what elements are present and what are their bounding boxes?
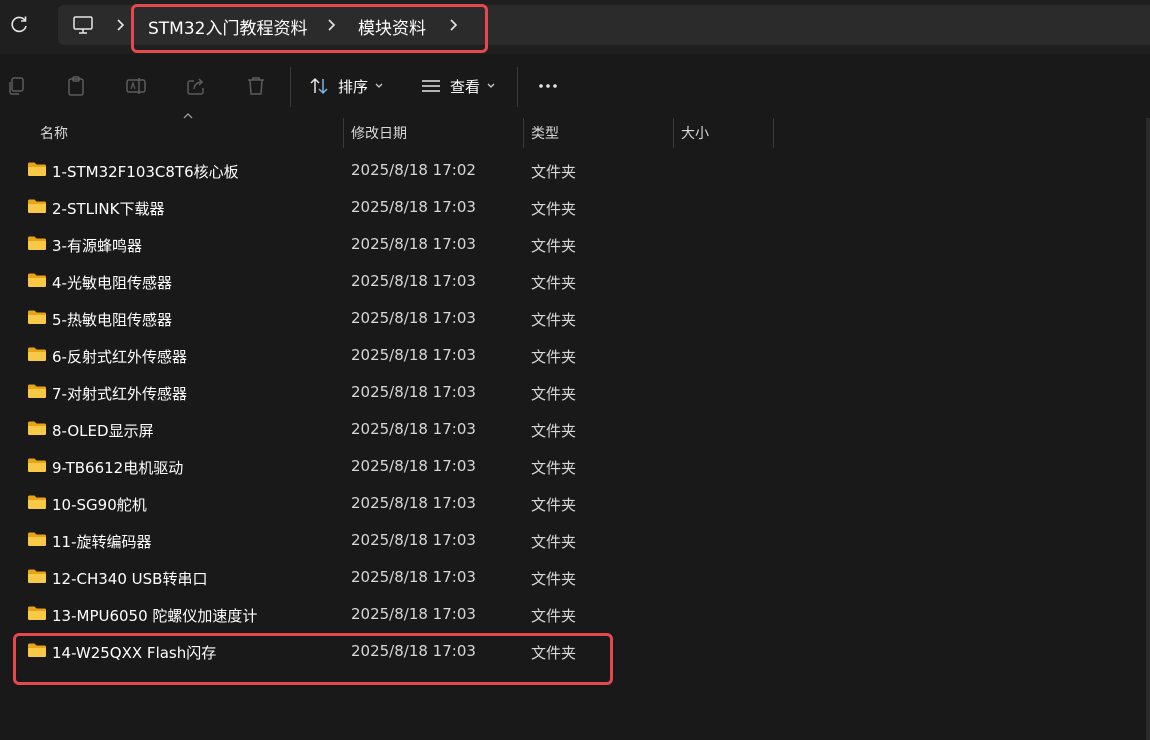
folder-icon bbox=[28, 273, 46, 287]
file-name: 12-CH340 USB转串口 bbox=[52, 570, 208, 588]
file-row[interactable]: 1-STM32F103C8T6核心板 2025/8/18 17:02 文件夹 bbox=[0, 152, 1146, 189]
paste-icon[interactable] bbox=[65, 75, 87, 97]
column-type-header[interactable]: 类型 bbox=[531, 123, 559, 143]
file-modified-date: 2025/8/18 17:03 bbox=[351, 457, 476, 475]
file-type: 文件夹 bbox=[531, 607, 577, 625]
file-row[interactable]: 13-MPU6050 陀螺仪加速度计 2025/8/18 17:03 文件夹 bbox=[0, 596, 1146, 633]
file-row[interactable]: 4-光敏电阻传感器 2025/8/18 17:03 文件夹 bbox=[0, 263, 1146, 300]
column-divider[interactable] bbox=[523, 118, 524, 148]
toolbar-divider bbox=[290, 67, 291, 107]
file-row[interactable]: 11-旋转编码器 2025/8/18 17:03 文件夹 bbox=[0, 522, 1146, 559]
column-divider[interactable] bbox=[773, 118, 774, 148]
folder-icon bbox=[28, 162, 46, 176]
file-row[interactable]: 2-STLINK下载器 2025/8/18 17:03 文件夹 bbox=[0, 189, 1146, 226]
folder-icon bbox=[28, 347, 46, 361]
folder-icon bbox=[28, 532, 46, 546]
file-name: 1-STM32F103C8T6核心板 bbox=[52, 163, 239, 181]
folder-icon bbox=[28, 236, 46, 250]
folder-icon bbox=[28, 310, 46, 324]
file-modified-date: 2025/8/18 17:03 bbox=[351, 494, 476, 512]
copy-icon[interactable] bbox=[5, 75, 27, 97]
file-type: 文件夹 bbox=[531, 200, 577, 218]
file-type: 文件夹 bbox=[531, 496, 577, 514]
file-type: 文件夹 bbox=[531, 385, 577, 403]
address-bar-row: STM32入门教程资料 模块资料 bbox=[0, 0, 1150, 54]
highlight-box-breadcrumb bbox=[131, 4, 488, 53]
file-row[interactable]: 10-SG90舵机 2025/8/18 17:03 文件夹 bbox=[0, 485, 1146, 522]
file-row[interactable]: 7-对射式红外传感器 2025/8/18 17:03 文件夹 bbox=[0, 374, 1146, 411]
vertical-scrollbar[interactable] bbox=[1146, 118, 1150, 740]
file-name: 6-反射式红外传感器 bbox=[52, 348, 187, 366]
chevron-right-icon[interactable] bbox=[115, 16, 127, 34]
sort-label: 排序 bbox=[338, 77, 369, 96]
folder-icon bbox=[28, 384, 46, 398]
folder-icon bbox=[28, 495, 46, 509]
refresh-icon[interactable] bbox=[8, 14, 30, 36]
file-row[interactable]: 3-有源蜂鸣器 2025/8/18 17:03 文件夹 bbox=[0, 226, 1146, 263]
view-button[interactable]: 查看 bbox=[420, 72, 496, 100]
folder-icon bbox=[28, 199, 46, 213]
chevron-down-icon bbox=[375, 83, 383, 88]
file-row[interactable]: 9-TB6612电机驱动 2025/8/18 17:03 文件夹 bbox=[0, 448, 1146, 485]
toolbar-divider bbox=[517, 67, 518, 107]
file-name: 11-旋转编码器 bbox=[52, 533, 152, 551]
file-type: 文件夹 bbox=[531, 459, 577, 477]
file-row[interactable]: 5-热敏电阻传感器 2025/8/18 17:03 文件夹 bbox=[0, 300, 1146, 337]
file-modified-date: 2025/8/18 17:03 bbox=[351, 272, 476, 290]
file-name: 4-光敏电阻传感器 bbox=[52, 274, 172, 292]
file-type: 文件夹 bbox=[531, 163, 577, 181]
file-modified-date: 2025/8/18 17:03 bbox=[351, 346, 476, 364]
file-row[interactable]: 12-CH340 USB转串口 2025/8/18 17:03 文件夹 bbox=[0, 559, 1146, 596]
view-list-icon bbox=[422, 80, 440, 92]
file-name: 10-SG90舵机 bbox=[52, 496, 147, 514]
file-modified-date: 2025/8/18 17:03 bbox=[351, 383, 476, 401]
column-size-header[interactable]: 大小 bbox=[681, 123, 709, 143]
folder-icon bbox=[28, 606, 46, 620]
column-header: 名称 修改日期 类型 大小 bbox=[0, 118, 1150, 148]
highlight-box-row bbox=[13, 633, 613, 685]
file-modified-date: 2025/8/18 17:03 bbox=[351, 605, 476, 623]
column-name-header[interactable]: 名称 bbox=[40, 123, 68, 143]
file-name: 9-TB6612电机驱动 bbox=[52, 459, 184, 477]
column-divider[interactable] bbox=[343, 118, 344, 148]
delete-icon[interactable] bbox=[245, 75, 267, 97]
file-row[interactable]: 6-反射式红外传感器 2025/8/18 17:03 文件夹 bbox=[0, 337, 1146, 374]
file-type: 文件夹 bbox=[531, 570, 577, 588]
file-type: 文件夹 bbox=[531, 533, 577, 551]
column-date-header[interactable]: 修改日期 bbox=[351, 123, 407, 143]
sort-button[interactable]: 排序 bbox=[308, 72, 384, 100]
column-divider[interactable] bbox=[673, 118, 674, 148]
file-modified-date: 2025/8/18 17:03 bbox=[351, 420, 476, 438]
file-name: 2-STLINK下载器 bbox=[52, 200, 165, 218]
file-type: 文件夹 bbox=[531, 311, 577, 329]
rename-icon[interactable] bbox=[125, 75, 147, 97]
this-pc-icon[interactable] bbox=[72, 14, 94, 36]
file-modified-date: 2025/8/18 17:02 bbox=[351, 161, 476, 179]
file-modified-date: 2025/8/18 17:03 bbox=[351, 309, 476, 327]
file-modified-date: 2025/8/18 17:03 bbox=[351, 531, 476, 549]
file-name: 5-热敏电阻传感器 bbox=[52, 311, 172, 329]
file-name: 8-OLED显示屏 bbox=[52, 422, 154, 440]
share-icon[interactable] bbox=[185, 75, 207, 97]
folder-icon bbox=[28, 421, 46, 435]
more-options-icon[interactable] bbox=[537, 75, 559, 97]
file-modified-date: 2025/8/18 17:03 bbox=[351, 198, 476, 216]
file-type: 文件夹 bbox=[531, 348, 577, 366]
file-name: 13-MPU6050 陀螺仪加速度计 bbox=[52, 607, 258, 625]
command-bar: 排序 查看 bbox=[0, 54, 1150, 118]
file-name: 7-对射式红外传感器 bbox=[52, 385, 187, 403]
file-row[interactable]: 8-OLED显示屏 2025/8/18 17:03 文件夹 bbox=[0, 411, 1146, 448]
folder-icon bbox=[28, 458, 46, 472]
chevron-down-icon bbox=[487, 83, 495, 88]
file-name: 3-有源蜂鸣器 bbox=[52, 237, 142, 255]
file-modified-date: 2025/8/18 17:03 bbox=[351, 568, 476, 586]
file-type: 文件夹 bbox=[531, 274, 577, 292]
file-modified-date: 2025/8/18 17:03 bbox=[351, 235, 476, 253]
view-label: 查看 bbox=[450, 77, 481, 96]
file-type: 文件夹 bbox=[531, 237, 577, 255]
sort-icon bbox=[310, 77, 328, 95]
file-type: 文件夹 bbox=[531, 422, 577, 440]
folder-icon bbox=[28, 569, 46, 583]
